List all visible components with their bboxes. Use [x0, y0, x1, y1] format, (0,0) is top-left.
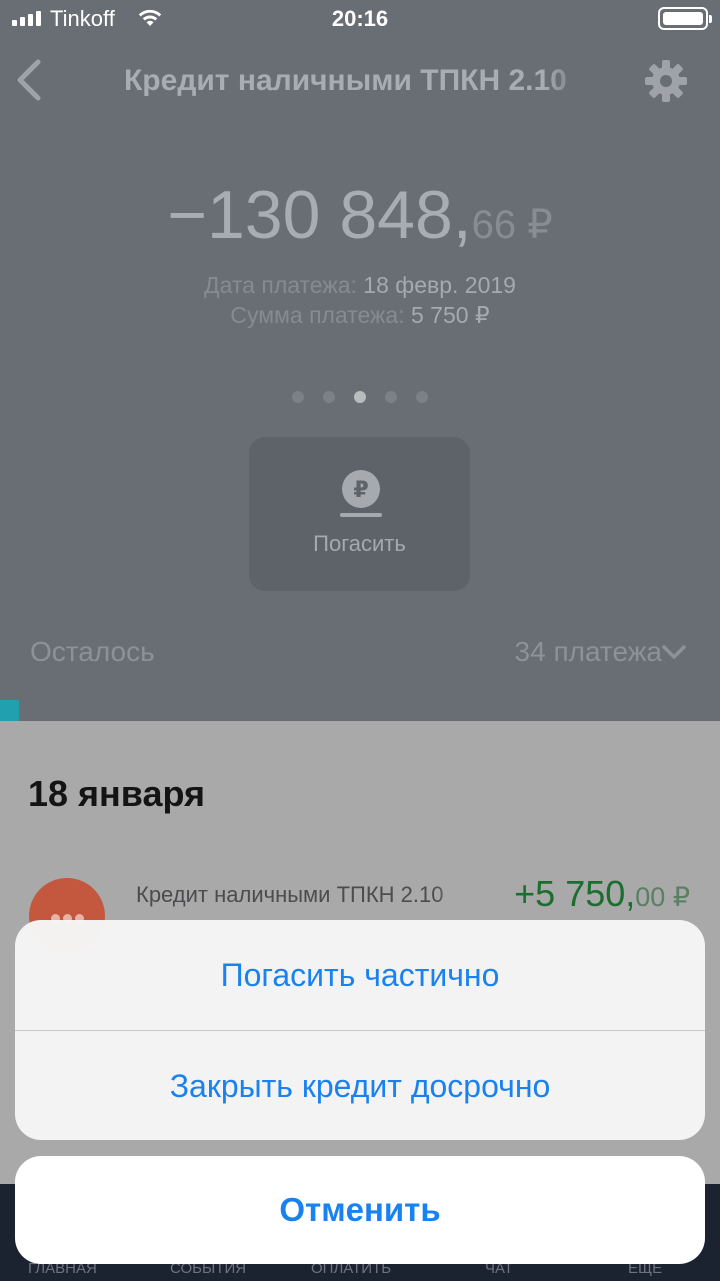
payment-sum-value: 5 750 ₽ [411, 302, 490, 328]
transaction-title[interactable]: Кредит наличными ТПКН 2.10 [136, 882, 474, 908]
cancel-button[interactable]: Отменить [15, 1156, 705, 1264]
payment-date-label: Дата платежа: [204, 272, 357, 298]
nav-bar: Кредит наличными ТПКН 2.10 [0, 52, 720, 112]
page-title: Кредит наличными ТПКН 2.10 [124, 64, 567, 97]
svg-text:₽: ₽ [353, 478, 368, 503]
page-dot[interactable] [416, 391, 428, 403]
ruble-coin-icon: ₽ [340, 470, 382, 517]
transaction-amount-integer: +5 750, [514, 873, 636, 914]
payment-date-value: 18 февр. 2019 [363, 272, 516, 298]
account-header: Tinkoff 20:16 Кредит наличными ТПКН 2.10… [0, 0, 720, 721]
chevron-down-icon[interactable] [661, 644, 687, 660]
page-dot[interactable] [292, 391, 304, 403]
status-bar: Tinkoff 20:16 [0, 0, 720, 40]
status-time: 20:16 [331, 6, 389, 31]
repay-button[interactable]: ₽ Погасить [249, 437, 470, 591]
transaction-amount: +5 750,00 ₽ [514, 873, 690, 915]
progress-marker [0, 700, 19, 721]
page-dot[interactable] [354, 391, 366, 403]
battery-icon [658, 7, 712, 30]
partial-repay-button[interactable]: Погасить частично [15, 920, 705, 1030]
action-sheet: Погасить частично Закрыть кредит досрочн… [15, 920, 705, 1140]
repay-label: Погасить [313, 531, 406, 556]
early-close-button[interactable]: Закрыть кредит досрочно [15, 1030, 705, 1140]
feed-date-heading: 18 января [28, 773, 205, 814]
balance-integer: −130 848, [167, 177, 472, 253]
page-dot[interactable] [385, 391, 397, 403]
page-dot[interactable] [323, 391, 335, 403]
transaction-amount-fraction: 00 ₽ [635, 882, 690, 912]
page-indicator[interactable] [0, 391, 720, 403]
back-chevron-icon[interactable] [14, 58, 44, 102]
payment-sum-row: Сумма платежа: 5 750 ₽ [0, 302, 720, 329]
remaining-label: Осталось [30, 636, 155, 667]
payment-date-row: Дата платежа: 18 февр. 2019 [0, 272, 720, 299]
gear-icon[interactable] [643, 58, 689, 104]
payment-sum-label: Сумма платежа: [230, 302, 405, 328]
balance-fraction: 66 ₽ [471, 203, 553, 247]
account-balance: −130 848,66 ₽ [0, 176, 720, 254]
payments-count[interactable]: 34 платежа [515, 636, 662, 668]
